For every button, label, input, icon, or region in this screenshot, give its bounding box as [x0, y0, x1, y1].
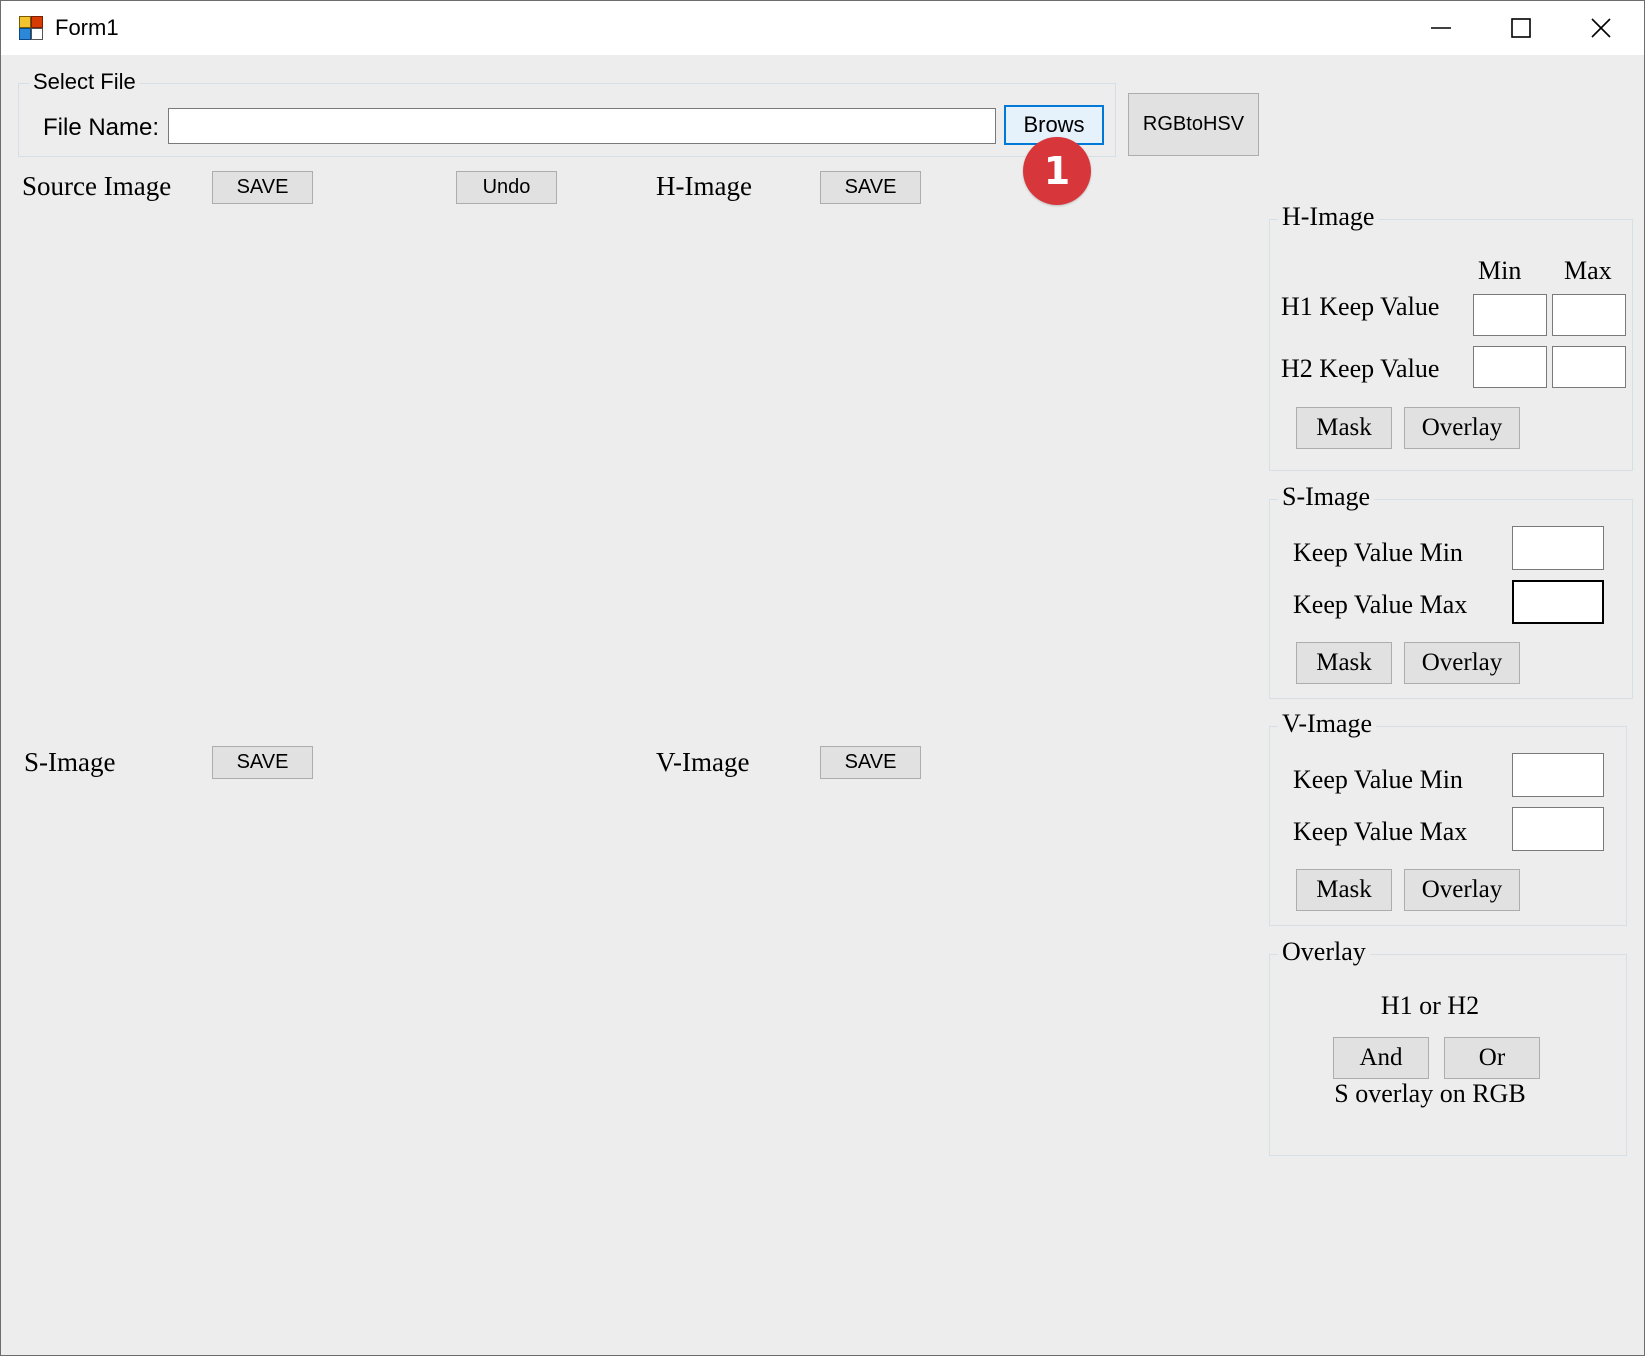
v-mask-button[interactable]: Mask: [1296, 869, 1392, 911]
undo-button[interactable]: Undo: [456, 171, 557, 204]
max-header: Max: [1564, 256, 1612, 285]
s-overlay-button[interactable]: Overlay: [1404, 642, 1520, 684]
s-keep-min-label: Keep Value Min: [1293, 538, 1463, 567]
winforms-app-icon: [19, 16, 43, 40]
h2-keep-value-label: H2 Keep Value: [1281, 354, 1440, 383]
form-window: Form1 Select File File Name: Brows RGBto…: [0, 0, 1645, 1356]
rgb-to-hsv-button[interactable]: RGBtoHSV: [1128, 93, 1259, 156]
v-image-group: V-Image Keep Value Min Keep Value Max Ma…: [1269, 709, 1627, 926]
s-image-group-title: S-Image: [1278, 482, 1375, 512]
h2-max-input[interactable]: [1552, 346, 1626, 388]
maximize-button[interactable]: [1481, 1, 1561, 55]
source-image-label: Source Image: [22, 171, 172, 201]
title-bar[interactable]: Form1: [1, 1, 1644, 55]
s-keep-min-input[interactable]: [1512, 526, 1604, 570]
file-name-input[interactable]: [168, 108, 996, 144]
v-image-label: V-Image: [656, 747, 750, 777]
minimize-button[interactable]: [1401, 1, 1481, 55]
h-overlay-button[interactable]: Overlay: [1404, 407, 1520, 449]
v-overlay-button[interactable]: Overlay: [1404, 869, 1520, 911]
min-header: Min: [1478, 256, 1522, 285]
h2-min-input[interactable]: [1473, 346, 1547, 388]
s-mask-button[interactable]: Mask: [1296, 642, 1392, 684]
close-icon: [1591, 18, 1611, 38]
h1-min-input[interactable]: [1473, 294, 1547, 336]
h-image-group: H-Image Min Max H1 Keep Value H2 Keep Va…: [1269, 202, 1633, 471]
overlay-group-title: Overlay: [1278, 937, 1370, 967]
h1-keep-value-label: H1 Keep Value: [1281, 292, 1440, 321]
h-mask-button[interactable]: Mask: [1296, 407, 1392, 449]
h-image-group-title: H-Image: [1278, 202, 1379, 232]
close-button[interactable]: [1561, 1, 1641, 55]
source-save-button[interactable]: SAVE: [212, 171, 313, 204]
select-file-group: Select File File Name: Brows: [18, 69, 1116, 157]
h1-max-input[interactable]: [1552, 294, 1626, 336]
s-image-group: S-Image Keep Value Min Keep Value Max Ma…: [1269, 482, 1633, 699]
s-keep-max-input[interactable]: [1512, 580, 1604, 624]
or-button[interactable]: Or: [1444, 1037, 1540, 1079]
v-save-button[interactable]: SAVE: [820, 746, 921, 779]
overlay-group: Overlay H1 or H2 And Or S overlay on RGB: [1269, 937, 1627, 1156]
v-keep-max-label: Keep Value Max: [1293, 817, 1468, 846]
v-image-group-title: V-Image: [1278, 709, 1377, 739]
h1-or-h2-caption: H1 or H2: [1380, 991, 1480, 1020]
minimize-icon: [1431, 27, 1451, 29]
window-title: Form1: [55, 15, 119, 40]
file-name-label: File Name:: [43, 114, 160, 141]
s-save-button[interactable]: SAVE: [212, 746, 313, 779]
s-keep-max-label: Keep Value Max: [1293, 590, 1468, 619]
v-keep-max-input[interactable]: [1512, 807, 1604, 851]
maximize-icon: [1511, 18, 1531, 38]
v-keep-min-label: Keep Value Min: [1293, 765, 1463, 794]
and-button[interactable]: And: [1333, 1037, 1429, 1079]
step-badge: 1: [1023, 137, 1091, 205]
h-save-button[interactable]: SAVE: [820, 171, 921, 204]
h-image-label: H-Image: [656, 171, 752, 201]
v-keep-min-input[interactable]: [1512, 753, 1604, 797]
s-overlay-caption: S overlay on RGB: [1334, 1079, 1526, 1108]
select-file-group-title: Select File: [29, 69, 140, 95]
s-image-label: S-Image: [24, 747, 116, 777]
